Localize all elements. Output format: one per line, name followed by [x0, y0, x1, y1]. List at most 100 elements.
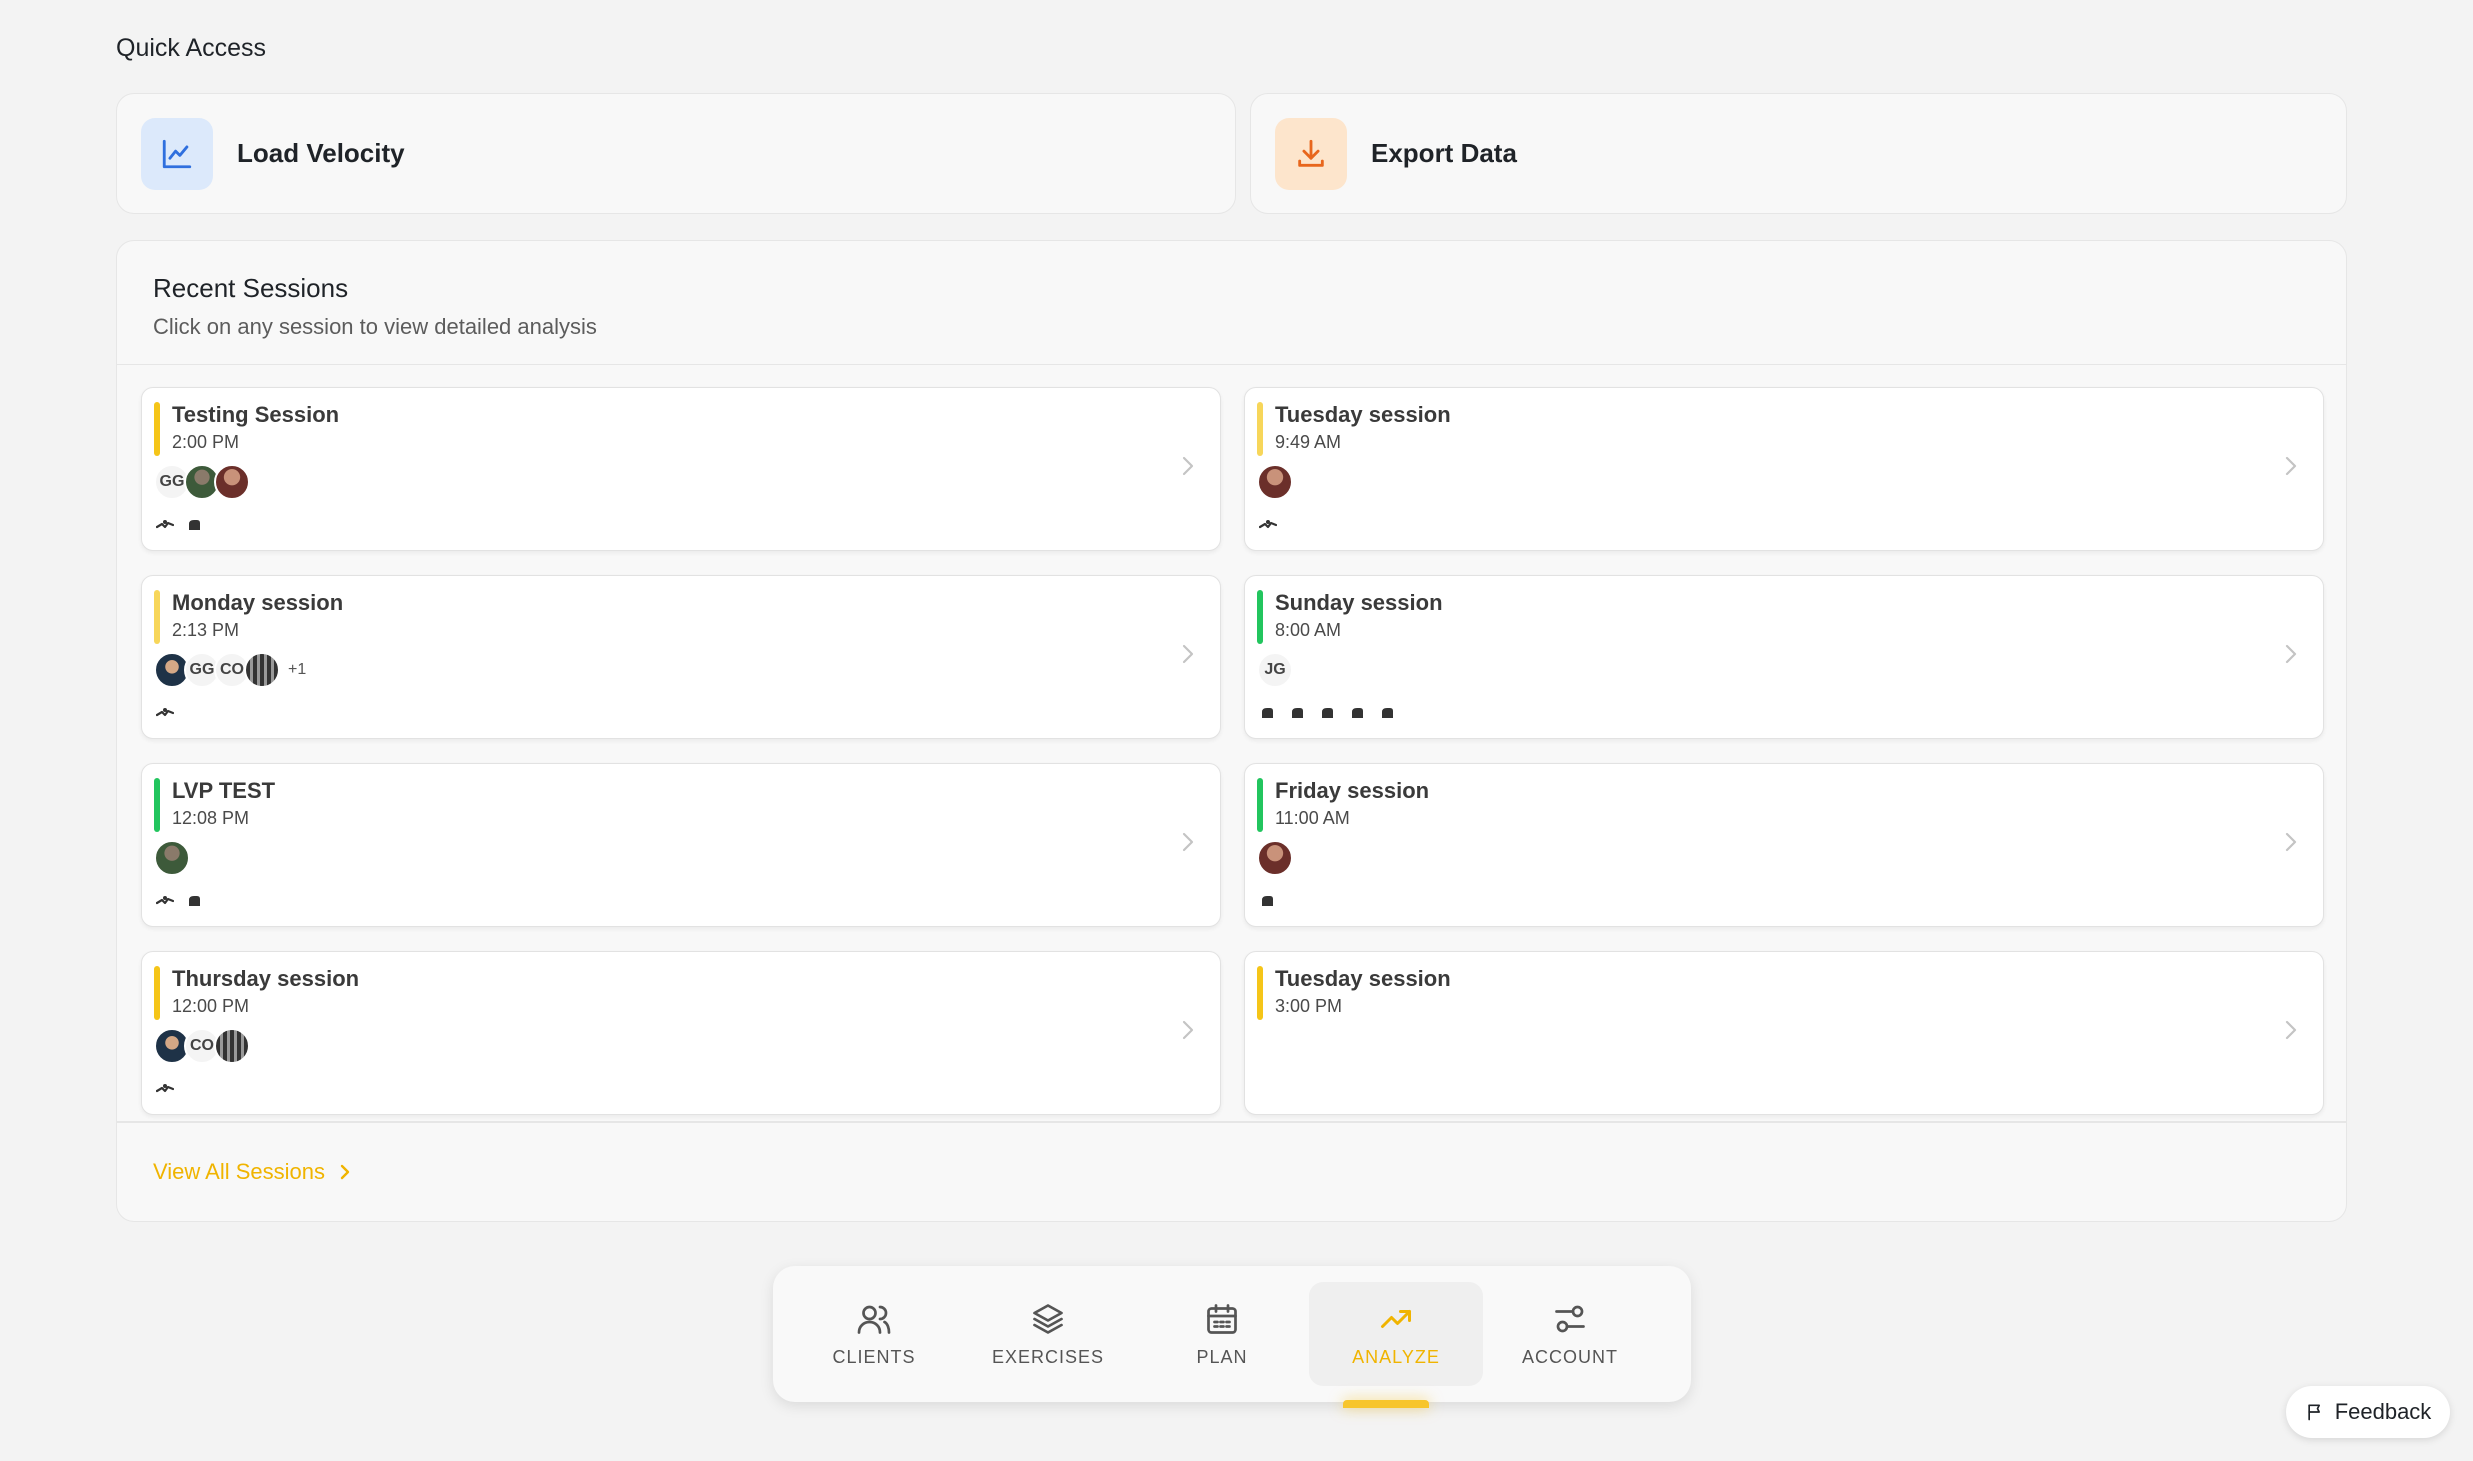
view-all-sessions-label: View All Sessions — [153, 1159, 326, 1184]
arm-icon — [1289, 706, 1307, 720]
session-time: 2:13 PM — [172, 620, 240, 640]
active-indicator — [1343, 1400, 1429, 1408]
squat-icon — [1259, 518, 1277, 532]
nav-account-label: ACCOUNT — [1522, 1346, 1618, 1367]
session-exercises — [156, 1082, 174, 1096]
feedback-button[interactable]: Feedback — [2286, 1386, 2450, 1438]
session-exercises — [1259, 518, 1277, 532]
session-card[interactable]: Monday session 2:13 PM GG CO +1 — [141, 575, 1221, 739]
view-all-sessions-link[interactable]: View All Sessions — [153, 1159, 353, 1185]
session-time: 11:00 AM — [1275, 808, 1350, 828]
session-card[interactable]: Sunday session 8:00 AM JG — [1244, 575, 2324, 739]
divider — [117, 1121, 2346, 1123]
chevron-right-icon — [1178, 452, 1198, 480]
arm-icon — [1379, 706, 1397, 720]
session-participants: CO — [154, 1028, 250, 1064]
trending-up-icon — [1381, 1309, 1411, 1328]
session-time: 3:00 PM — [1275, 996, 1343, 1016]
export-data-card[interactable]: Export Data — [1250, 93, 2347, 214]
recent-sessions-title: Recent Sessions — [153, 273, 349, 303]
session-card[interactable]: LVP TEST 12:08 PM — [141, 763, 1221, 927]
chevron-right-icon — [340, 1164, 350, 1180]
squat-icon — [156, 518, 174, 532]
squat-icon — [156, 706, 174, 720]
session-card[interactable]: Tuesday session 9:49 AM — [1244, 387, 2324, 551]
avatar — [244, 652, 280, 688]
session-exercises — [1259, 706, 1397, 720]
export-data-label: Export Data — [1371, 138, 1517, 168]
session-title: Tuesday session — [1275, 966, 1451, 991]
session-status-bar — [1257, 966, 1263, 1020]
arm-icon — [1259, 894, 1277, 908]
quick-access-title: Quick Access — [116, 34, 267, 62]
session-participants — [154, 840, 190, 876]
load-velocity-label: Load Velocity — [237, 138, 405, 168]
chevron-right-icon — [2281, 452, 2301, 480]
session-time: 12:00 PM — [172, 996, 250, 1016]
avatar — [214, 1028, 250, 1064]
session-title: Sunday session — [1275, 590, 1443, 615]
session-status-bar — [1257, 402, 1263, 456]
arm-icon — [1319, 706, 1337, 720]
avatar — [154, 840, 190, 876]
sessions-grid: Testing Session 2:00 PM GG Tuesday session 9… — [117, 365, 2346, 1221]
sliders-icon — [1555, 1305, 1585, 1332]
session-time: 2:00 PM — [172, 432, 240, 452]
nav-exercises-label: EXERCISES — [991, 1346, 1105, 1367]
session-exercises — [156, 518, 204, 532]
session-card[interactable]: Friday session 11:00 AM — [1244, 763, 2324, 927]
session-status-bar — [154, 402, 160, 456]
session-time: 8:00 AM — [1275, 620, 1342, 640]
session-participants — [1257, 464, 1293, 500]
session-card[interactable]: Thursday session 12:00 PM CO — [141, 951, 1221, 1115]
arm-icon — [1349, 706, 1367, 720]
nav-account[interactable]: ACCOUNT — [1483, 1282, 1657, 1386]
session-card[interactable]: Testing Session 2:00 PM GG — [141, 387, 1221, 551]
chevron-right-icon — [1178, 1016, 1198, 1044]
session-title: Testing Session — [172, 402, 340, 427]
participants-extra-count: +1 — [288, 661, 307, 678]
squat-icon — [156, 1082, 174, 1096]
chevron-right-icon — [2281, 1016, 2301, 1044]
recent-sessions-subtitle: Click on any session to view detailed an… — [153, 314, 597, 339]
recent-sessions-header: Recent Sessions Click on any session to … — [117, 241, 2346, 365]
bottom-nav: CLIENTS EXERCISES PLAN ANALYZE ACCOUNT — [773, 1266, 1691, 1408]
session-exercises — [156, 894, 204, 908]
avatar — [214, 464, 250, 500]
chevron-right-icon — [1178, 828, 1198, 856]
nav-clients-label: CLIENTS — [832, 1346, 916, 1367]
session-status-bar — [154, 778, 160, 832]
session-time: 9:49 AM — [1275, 432, 1342, 452]
session-status-bar — [154, 590, 160, 644]
session-participants: GG — [154, 464, 250, 500]
session-time: 12:08 PM — [172, 808, 250, 828]
nav-analyze[interactable]: ANALYZE — [1309, 1282, 1483, 1408]
avatar — [1257, 840, 1293, 876]
avatar: JG — [1257, 652, 1293, 688]
session-participants: JG — [1257, 652, 1293, 688]
session-title: Friday session — [1275, 778, 1430, 803]
session-exercises — [156, 706, 174, 720]
session-participants — [1257, 840, 1293, 876]
chevron-right-icon — [2281, 828, 2301, 856]
nav-exercises[interactable]: EXERCISES — [961, 1282, 1135, 1386]
layers-icon — [1033, 1303, 1063, 1334]
nav-clients[interactable]: CLIENTS — [787, 1282, 961, 1386]
load-velocity-card[interactable]: Load Velocity — [116, 93, 1236, 214]
line-chart-icon — [141, 117, 213, 190]
session-status-bar — [154, 966, 160, 1020]
calendar-icon — [1207, 1303, 1237, 1334]
session-title: Tuesday session — [1275, 402, 1451, 427]
session-exercises — [1259, 894, 1277, 908]
session-title: Monday session — [172, 590, 344, 615]
squat-icon — [156, 894, 174, 908]
users-icon — [857, 1305, 891, 1334]
arm-icon — [186, 894, 204, 908]
nav-plan[interactable]: PLAN — [1135, 1282, 1309, 1386]
download-icon — [1275, 117, 1347, 190]
feedback-label: Feedback — [2334, 1399, 2432, 1424]
session-status-bar — [1257, 778, 1263, 832]
nav-analyze-label: ANALYZE — [1352, 1346, 1440, 1367]
session-card[interactable]: Tuesday session 3:00 PM — [1244, 951, 2324, 1115]
session-participants: GG CO +1 — [154, 652, 306, 688]
